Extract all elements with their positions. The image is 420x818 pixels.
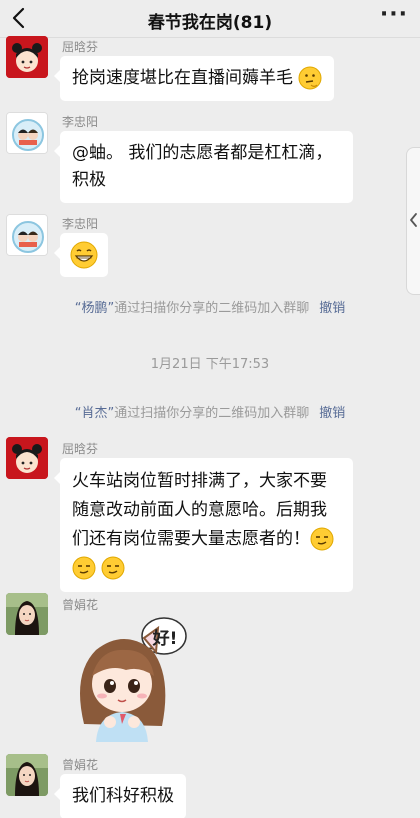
sender-name: 李忠阳: [62, 115, 99, 129]
avatar[interactable]: [6, 36, 48, 78]
sticker-caption: 好!: [152, 629, 178, 649]
undo-link[interactable]: 撤销: [319, 406, 345, 421]
message-text: 抢岗速度堪比在直播间薅羊毛: [72, 68, 293, 88]
message-bubble[interactable]: 我们科好积极: [54, 774, 186, 818]
message-bubble[interactable]: 火车站岗位暂时排满了，大家不要 随意改动前面人的意愿哈。后期我 们还有岗位需要大…: [54, 458, 353, 592]
thinking-face-emoji-icon: [298, 66, 322, 90]
sender-name: 屈晗芬: [62, 442, 99, 456]
more-options-icon[interactable]: ···: [380, 2, 408, 27]
chat-title: 春节我在岗(81): [147, 13, 273, 33]
sly-face-emoji-icon: [310, 527, 334, 551]
sly-face-emoji-icon: [72, 556, 96, 580]
message-text-line: 积极: [72, 170, 106, 190]
sender-name: 曾娟花: [62, 598, 99, 612]
message-timestamp: 1月21日 下午17:53: [150, 357, 270, 372]
sender-name: 曾娟花: [62, 758, 99, 772]
message-text-line: 火车站岗位暂时排满了，大家不要: [72, 471, 327, 491]
sly-face-emoji-icon: [101, 556, 125, 580]
joined-member-name[interactable]: “杨鹏”: [75, 301, 114, 316]
join-notice-text: 通过扫描你分享的二维码加入群聊: [114, 301, 310, 316]
join-notice-text: 通过扫描你分享的二维码加入群聊: [114, 406, 310, 421]
avatar[interactable]: [6, 214, 48, 256]
avatar[interactable]: [6, 593, 48, 635]
message-text: 我们科好积极: [72, 786, 174, 806]
avatar[interactable]: [6, 754, 48, 796]
message-text-line: @蚰。 我们的志愿者都是杠杠滴，: [72, 143, 333, 163]
side-drawer-handle[interactable]: [406, 147, 420, 295]
avatar[interactable]: [6, 437, 48, 479]
message-text-line-wrap: 们还有岗位需要大量志愿者的！: [72, 525, 341, 554]
joined-member-name[interactable]: “肖杰”: [75, 406, 114, 421]
message-text-line: 们还有岗位需要大量志愿者的！: [72, 529, 310, 549]
emoji-row: [72, 554, 341, 583]
undo-link[interactable]: 撤销: [319, 301, 345, 316]
message-bubble[interactable]: @蚰。 我们的志愿者都是杠杠滴， 积极: [54, 131, 353, 203]
sender-name: 屈晗芬: [62, 40, 99, 54]
message-text-line: 随意改动前面人的意愿哈。后期我: [72, 500, 327, 520]
system-join-notice: “杨鹏”通过扫描你分享的二维码加入群聊 撤销: [0, 297, 420, 316]
chat-header: 春节我在岗(81) ···: [0, 0, 420, 38]
sticker-image[interactable]: 好!: [66, 614, 188, 742]
sender-name: 李忠阳: [62, 217, 99, 231]
message-bubble[interactable]: [54, 233, 108, 277]
grinning-face-emoji-icon: [70, 241, 98, 269]
chevron-left-icon: [410, 213, 417, 227]
system-join-notice: “肖杰”通过扫描你分享的二维码加入群聊 撤销: [0, 402, 420, 421]
message-bubble[interactable]: 抢岗速度堪比在直播间薅羊毛: [53, 56, 335, 101]
avatar[interactable]: [6, 112, 48, 154]
